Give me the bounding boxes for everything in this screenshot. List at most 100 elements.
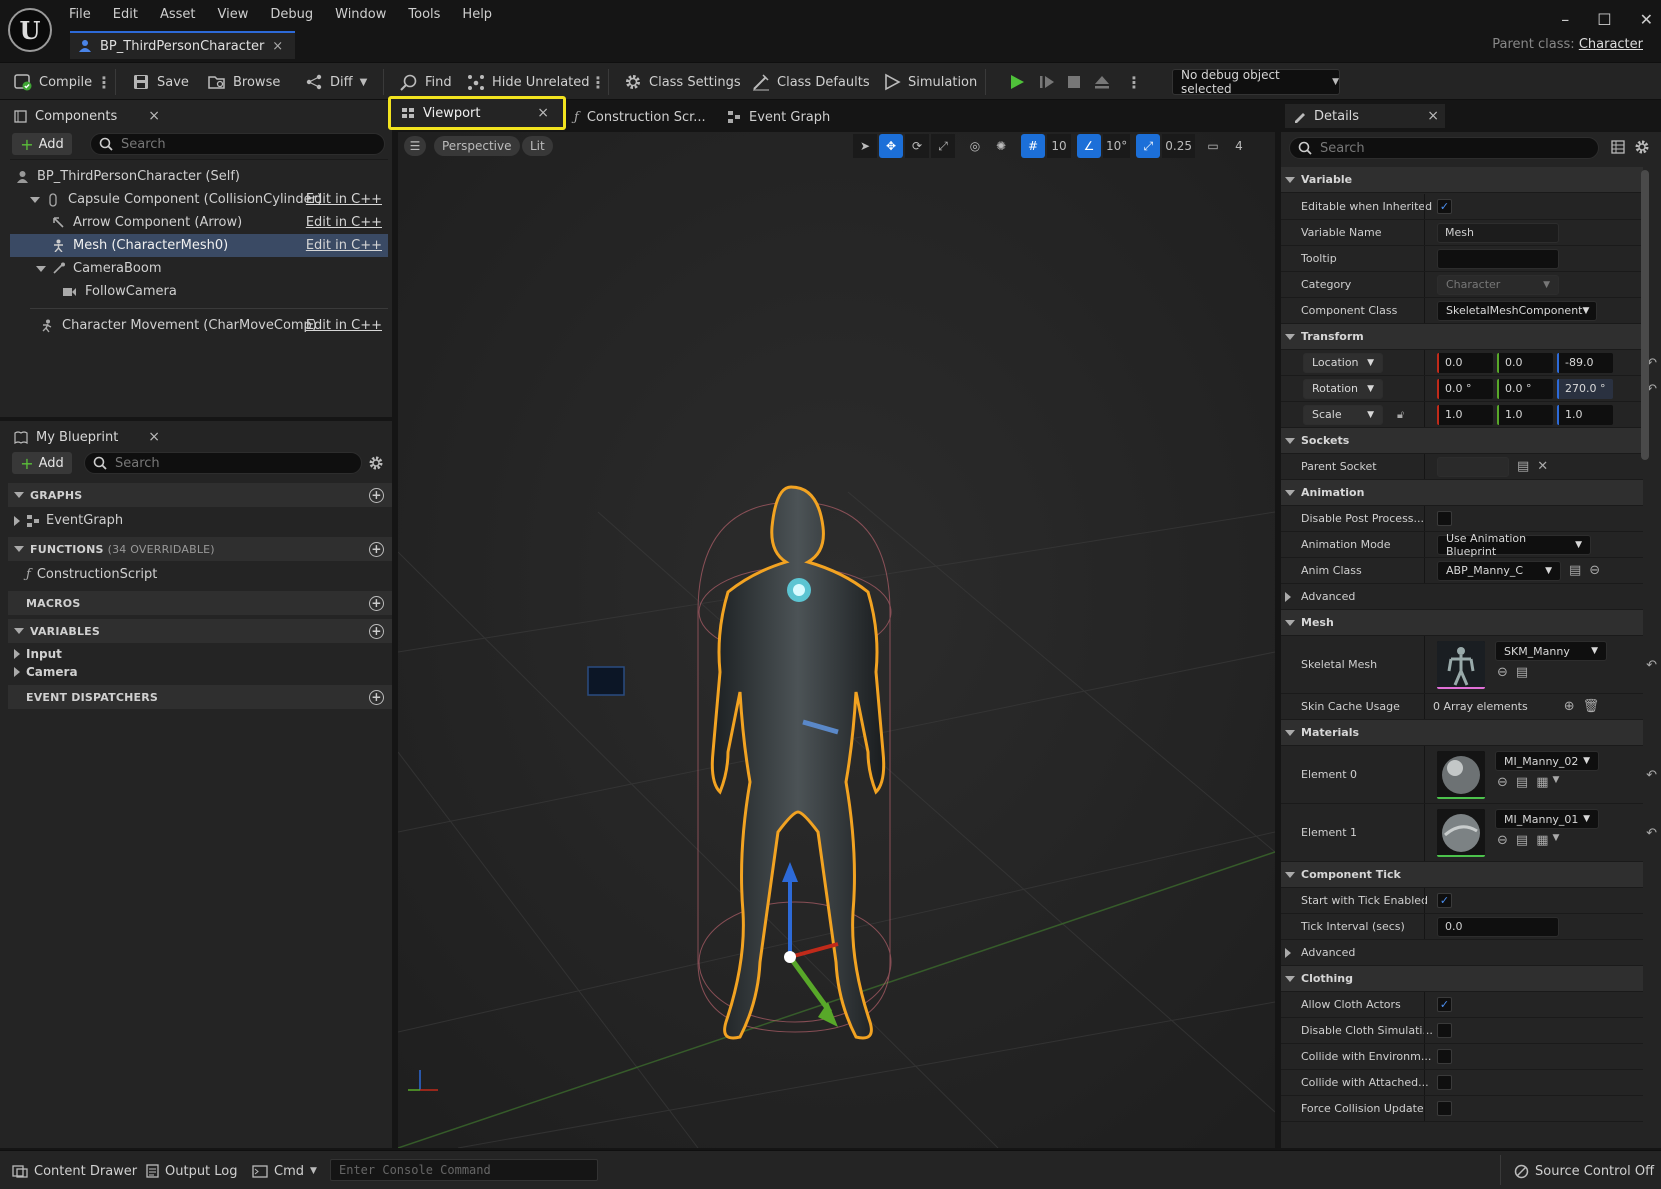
graphs-section[interactable]: GRAPHS + (8, 483, 392, 507)
scale-z-field[interactable]: 1.0 (1557, 404, 1613, 425)
section-clothing[interactable]: Clothing (1281, 966, 1643, 992)
scale-mode-dropdown[interactable]: Scale ▼ (1303, 404, 1383, 425)
rotate-tool-icon[interactable]: ⟳ (905, 134, 929, 158)
section-animation[interactable]: Animation (1281, 480, 1643, 506)
compile-options-icon[interactable]: ⋮ (96, 70, 112, 94)
unlock-icon[interactable]: 🔓︎ (1397, 408, 1404, 422)
table-view-icon[interactable] (1611, 140, 1625, 154)
minimize-icon[interactable]: – (1561, 10, 1569, 29)
menu-tools[interactable]: Tools (397, 5, 451, 25)
close-icon[interactable]: × (1427, 108, 1439, 124)
camera-speed-icon[interactable]: ▭ (1201, 134, 1225, 158)
location-z-field[interactable]: -89.0 (1557, 352, 1613, 373)
component-class-dropdown[interactable]: SkeletalMeshComponent ▼ (1437, 300, 1597, 321)
disable-post-process-checkbox[interactable] (1437, 511, 1452, 526)
tree-item-capsule[interactable]: Capsule Component (CollisionCylinder) Ed… (10, 188, 388, 211)
grid-snap-icon[interactable]: # (1021, 134, 1045, 158)
material-thumbnail[interactable] (1437, 809, 1485, 857)
disable-cloth-checkbox[interactable] (1437, 1023, 1452, 1038)
tree-item-cameraboom[interactable]: CameraBoom (10, 257, 388, 280)
tick-interval-field[interactable]: 0.0 (1437, 916, 1559, 937)
tree-item-followcamera[interactable]: FollowCamera (10, 280, 388, 303)
add-graph-icon[interactable]: + (369, 487, 384, 503)
document-tab[interactable]: BP_ThirdPersonCharacter × (70, 31, 296, 59)
hide-unrelated-button[interactable]: Hide Unrelated (467, 70, 590, 94)
event-dispatchers-section[interactable]: EVENT DISPATCHERS + (8, 685, 392, 709)
skeletal-mesh-dropdown[interactable]: SKM_Manny ▼ (1495, 641, 1607, 661)
class-defaults-button[interactable]: Class Defaults (752, 70, 870, 94)
browse-button[interactable]: Browse (208, 70, 280, 94)
section-sockets[interactable]: Sockets (1281, 428, 1643, 454)
skeletal-mesh-thumbnail[interactable] (1437, 641, 1485, 689)
surface-snap-icon[interactable]: ✺ (989, 134, 1013, 158)
rotation-mode-dropdown[interactable]: Rotation ▼ (1303, 378, 1383, 399)
tree-item-arrow[interactable]: Arrow Component (Arrow) Edit in C++ (10, 211, 388, 234)
menu-view[interactable]: View (207, 5, 260, 25)
macros-section[interactable]: MACROS + (8, 591, 392, 615)
expand-arrow-icon[interactable] (14, 667, 20, 677)
start-tick-checkbox[interactable]: ✓ (1437, 893, 1452, 908)
section-component-tick[interactable]: Component Tick (1281, 862, 1643, 888)
menu-debug[interactable]: Debug (259, 5, 324, 25)
location-mode-dropdown[interactable]: Location ▼ (1303, 352, 1383, 373)
expand-arrow-icon[interactable] (36, 265, 46, 272)
details-scrollbar[interactable] (1641, 170, 1649, 460)
menu-help[interactable]: Help (451, 5, 503, 25)
use-selected-icon[interactable]: ⊖ (1497, 775, 1508, 790)
add-dispatcher-icon[interactable]: + (369, 689, 384, 705)
functions-section[interactable]: FUNCTIONS (34 OVERRIDABLE) + (8, 537, 392, 561)
add-element-icon[interactable]: ⊕ (1564, 699, 1575, 714)
console-command-input[interactable]: Enter Console Command (330, 1159, 598, 1181)
viewport-menu-button[interactable]: ☰ (404, 136, 426, 156)
world-local-icon[interactable]: ◎ (963, 134, 987, 158)
maximize-icon[interactable]: ☐ (1597, 10, 1611, 29)
tree-item-charmove[interactable]: Character Movement (CharMoveComp) Edit i… (10, 314, 388, 337)
camera-speed-value[interactable]: 4 (1227, 134, 1251, 158)
anim-class-dropdown[interactable]: ABP_Manny_C ▼ (1437, 560, 1561, 581)
details-tab[interactable]: Details × (1285, 104, 1445, 128)
rotation-y-field[interactable]: 0.0 ° (1497, 378, 1553, 399)
components-tab[interactable]: Components × (6, 104, 166, 128)
add-macro-icon[interactable]: + (369, 595, 384, 611)
close-window-icon[interactable]: ✕ (1640, 10, 1653, 29)
cmd-dropdown[interactable]: Cmd ▼ (252, 1159, 317, 1183)
section-variable[interactable]: Variable (1281, 167, 1643, 193)
unreal-logo[interactable]: U (8, 8, 52, 52)
close-icon[interactable]: × (148, 108, 160, 124)
expand-arrow-icon[interactable] (14, 649, 20, 659)
menu-asset[interactable]: Asset (149, 5, 207, 25)
grid-snap-value[interactable]: 10 (1047, 134, 1071, 158)
viewport-canvas[interactable]: ☰ Perspective Lit ➤ ✥ ⟳ ⤢ ◎ ✺ # 10 ∠ 10°… (398, 132, 1275, 1148)
variable-category-input[interactable]: Input (10, 645, 388, 663)
translate-tool-icon[interactable]: ✥ (879, 134, 903, 158)
checker-icon[interactable]: ▦ (1536, 775, 1548, 790)
browse-asset-icon[interactable]: ▤ (1569, 563, 1581, 578)
add-member-button[interactable]: + Add (12, 452, 72, 474)
add-function-icon[interactable]: + (369, 541, 384, 557)
parent-socket-field[interactable] (1437, 456, 1509, 477)
chevron-down-icon[interactable]: ▼ (1553, 833, 1560, 848)
variable-name-field[interactable]: Mesh (1437, 222, 1559, 243)
expand-arrow-icon[interactable] (30, 196, 40, 203)
tab-construction-script[interactable]: ƒ Construction Scr... (564, 104, 714, 130)
rotation-z-field[interactable]: 270.0 ° (1557, 378, 1613, 399)
reset-arrow-icon[interactable]: ↶ (1646, 768, 1657, 783)
perspective-button[interactable]: Perspective (434, 136, 520, 156)
variable-category-camera[interactable]: Camera (10, 663, 388, 681)
class-settings-button[interactable]: Class Settings (624, 70, 741, 94)
material-1-dropdown[interactable]: MI_Manny_01 ▼ (1495, 809, 1599, 829)
allow-cloth-checkbox[interactable]: ✓ (1437, 997, 1452, 1012)
edit-in-cpp-link[interactable]: Edit in C++ (306, 192, 382, 207)
close-icon[interactable]: × (148, 429, 160, 445)
section-transform[interactable]: Transform (1281, 324, 1643, 350)
source-control-button[interactable]: Source Control Off (1514, 1159, 1654, 1183)
use-selected-icon[interactable]: ⊖ (1497, 665, 1508, 680)
section-materials[interactable]: Materials (1281, 720, 1643, 746)
chevron-down-icon[interactable]: ▼ (1553, 775, 1560, 790)
settings-gear-icon[interactable] (1634, 139, 1650, 155)
select-tool-icon[interactable]: ➤ (853, 134, 877, 158)
tree-item-self[interactable]: BP_ThirdPersonCharacter (Self) (10, 165, 388, 188)
scale-snap-value[interactable]: 0.25 (1162, 134, 1195, 158)
my-blueprint-tab[interactable]: My Blueprint × (6, 425, 166, 449)
find-options-icon[interactable]: ⋮ (590, 70, 606, 94)
